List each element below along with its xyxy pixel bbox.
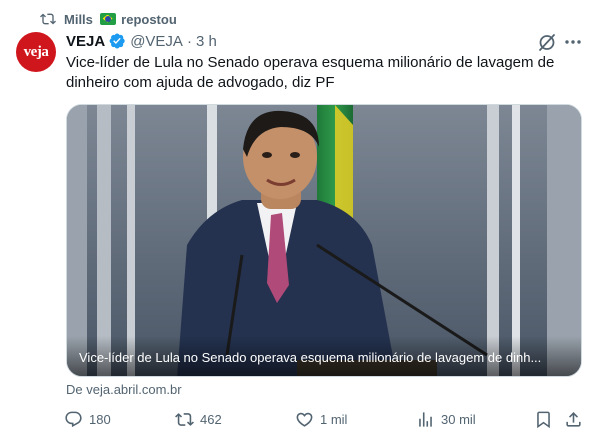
repost-header[interactable]: Mills repostou	[40, 10, 177, 28]
repost-count: 462	[200, 411, 222, 427]
tweet-text: Vice-líder de Lula no Senado operava esq…	[66, 54, 555, 91]
author-name[interactable]: VEJA	[66, 33, 105, 50]
avatar-logo-text: veja	[23, 43, 49, 60]
more-icon[interactable]	[563, 32, 583, 52]
media-caption: Vice-líder de Lula no Senado operava esq…	[79, 350, 542, 365]
like-count: 1 mil	[320, 411, 348, 427]
media-caption-overlay: Vice-líder de Lula no Senado operava esq…	[67, 336, 581, 376]
views-icon	[419, 411, 432, 427]
repost-user[interactable]: Mills	[64, 12, 93, 27]
brazil-flag-icon	[99, 12, 116, 25]
share-button[interactable]	[564, 406, 583, 432]
views-count: 30 mil	[441, 411, 476, 427]
action-bar: 180 462 1 mil 30 mil	[60, 406, 588, 432]
link-card-image[interactable]: Vice-líder de Lula no Senado operava esq…	[66, 104, 582, 377]
avatar[interactable]: veja	[16, 32, 56, 72]
repost-label: repostou	[121, 11, 177, 27]
link-source[interactable]: De veja.abril.com.br	[66, 382, 182, 397]
tweet-header: VEJA @VEJA · 3 h	[66, 31, 217, 51]
share-icon	[566, 411, 581, 427]
repost-button[interactable]: 462	[175, 406, 222, 432]
timestamp[interactable]: 3 h	[196, 33, 217, 50]
bookmark-button[interactable]	[534, 406, 553, 432]
reply-icon	[65, 411, 82, 427]
verified-badge-icon[interactable]	[108, 32, 126, 50]
like-icon	[296, 412, 313, 427]
bookmark-icon	[537, 411, 550, 428]
like-button[interactable]: 1 mil	[295, 406, 347, 432]
views-button[interactable]: 30 mil	[416, 406, 476, 432]
separator-dot: ·	[186, 32, 192, 50]
repost-action-icon	[175, 412, 194, 426]
repost-icon	[40, 11, 56, 27]
grok-icon[interactable]	[537, 32, 557, 52]
reply-count: 180	[89, 411, 111, 427]
author-handle[interactable]: @VEJA	[130, 33, 183, 50]
reply-button[interactable]: 180	[64, 406, 111, 432]
